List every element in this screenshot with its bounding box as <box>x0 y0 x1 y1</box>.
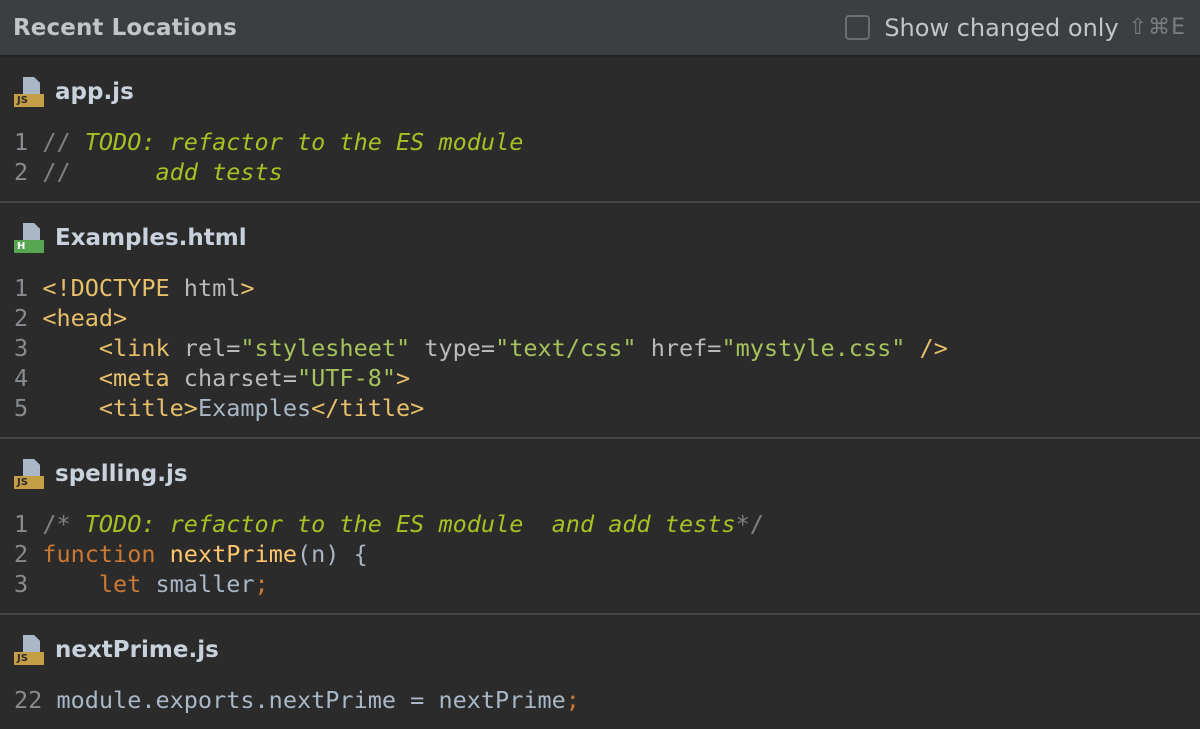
code-token: <meta <box>98 364 184 392</box>
code-token: let <box>98 570 156 598</box>
code-line[interactable]: 3 let smaller; <box>0 569 1200 599</box>
recent-locations-popup: Recent Locations Show changed only ⇧⌘E J… <box>0 0 1200 729</box>
code-line[interactable]: 2 // add tests <box>0 157 1200 187</box>
code-token: // <box>42 128 85 156</box>
code-token: TODO: refactor to the ES module and add … <box>84 510 736 538</box>
code-snippet[interactable]: 1 // TODO: refactor to the ES module 2 //… <box>0 127 1200 201</box>
code-token: /> <box>919 334 948 362</box>
javascript-file-icon: JS <box>14 459 44 489</box>
location-entry[interactable]: JS spelling.js 1 /* TODO: refactor to the … <box>0 439 1200 615</box>
location-entry[interactable]: JS nextPrime.js 22 module.exports.nextPrim… <box>0 615 1200 729</box>
code-token: ; <box>565 686 580 714</box>
javascript-file-icon: JS <box>14 77 44 107</box>
code-token: smaller <box>155 570 255 598</box>
code-token: "stylesheet" <box>240 334 425 362</box>
code-token: "mystyle.css" <box>721 334 920 362</box>
show-changed-only-checkbox[interactable] <box>845 15 871 40</box>
code-token: type= <box>424 334 496 362</box>
code-token: html <box>183 274 241 302</box>
file-name: app.js <box>55 79 134 105</box>
code-snippet[interactable]: 1 /* TODO: refactor to the ES module and… <box>0 509 1200 613</box>
show-changed-only-label[interactable]: Show changed only <box>884 14 1118 42</box>
code-line[interactable]: 4 <meta charset="UTF-8"> <box>0 363 1200 393</box>
code-token: /* <box>42 510 85 538</box>
file-name: spelling.js <box>55 461 188 487</box>
code-token: <title> <box>98 394 198 422</box>
code-line[interactable]: 1 /* TODO: refactor to the ES module and… <box>0 509 1200 539</box>
location-entry[interactable]: JS app.js 1 // TODO: refactor to the ES mo… <box>0 57 1200 203</box>
line-number: 2 <box>14 158 29 186</box>
location-entry[interactable]: H Examples.html 1 <!DOCTYPE html> 2 <head> 3… <box>0 203 1200 439</box>
code-token: <link <box>98 334 184 362</box>
popup-title: Recent Locations <box>13 14 237 41</box>
file-name: nextPrime.js <box>55 637 219 663</box>
code-token: function <box>42 540 170 568</box>
code-token: Examples <box>197 394 312 422</box>
code-token: module.exports.nextPrime = nextPrime <box>56 686 566 714</box>
html-file-icon: H <box>14 223 44 253</box>
popup-header: Recent Locations Show changed only ⇧⌘E <box>0 0 1200 57</box>
code-snippet[interactable]: 22 module.exports.nextPrime = nextPrime; <box>0 685 1200 729</box>
code-token: (n) { <box>297 540 368 568</box>
shortcut-hint: ⇧⌘E <box>1128 15 1186 40</box>
code-token: <!DOCTYPE <box>42 274 184 302</box>
code-token: add tests <box>155 158 283 186</box>
code-token: TODO: refactor to the ES module <box>84 128 524 156</box>
code-line[interactable]: 1 <!DOCTYPE html> <box>0 273 1200 303</box>
code-line[interactable]: 2 <head> <box>0 303 1200 333</box>
code-line[interactable]: 1 // TODO: refactor to the ES module <box>0 127 1200 157</box>
code-token: "UTF-8" <box>296 364 397 392</box>
code-token: > <box>396 364 411 392</box>
line-number: 1 <box>14 128 29 156</box>
code-token: "text/css" <box>495 334 651 362</box>
line-number: 1 <box>14 274 29 302</box>
code-token: href= <box>650 334 722 362</box>
line-number: 3 <box>14 334 29 362</box>
line-number: 2 <box>14 304 29 332</box>
code-line[interactable]: 2 function nextPrime(n) { <box>0 539 1200 569</box>
code-token: ; <box>254 570 269 598</box>
code-token: </title> <box>311 394 425 422</box>
code-snippet[interactable]: 1 <!DOCTYPE html> 2 <head> 3 <link rel="st… <box>0 273 1200 437</box>
code-token: rel= <box>183 334 241 362</box>
javascript-file-icon: JS <box>14 635 44 665</box>
code-line[interactable]: 3 <link rel="stylesheet" type="text/css"… <box>0 333 1200 363</box>
show-changed-only-option[interactable]: Show changed only ⇧⌘E <box>845 14 1186 42</box>
code-token: > <box>240 274 255 302</box>
code-line[interactable]: 22 module.exports.nextPrime = nextPrime; <box>0 685 1200 715</box>
locations-list: JS app.js 1 // TODO: refactor to the ES mo… <box>0 57 1200 729</box>
file-header[interactable]: H Examples.html <box>0 203 1200 273</box>
code-token: charset= <box>183 364 297 392</box>
file-header[interactable]: JS app.js <box>0 57 1200 127</box>
line-number: 1 <box>14 510 29 538</box>
code-token: */ <box>735 510 764 538</box>
line-number: 5 <box>14 394 29 422</box>
file-header[interactable]: JS nextPrime.js <box>0 615 1200 685</box>
file-header[interactable]: JS spelling.js <box>0 439 1200 509</box>
code-line[interactable]: 5 <title>Examples</title> <box>0 393 1200 423</box>
line-number: 2 <box>14 540 29 568</box>
code-token: <head> <box>42 304 128 332</box>
line-number: 22 <box>14 686 43 714</box>
line-number: 4 <box>14 364 29 392</box>
file-name: Examples.html <box>55 225 247 251</box>
code-token: nextPrime <box>169 540 297 568</box>
code-token: // <box>42 158 156 186</box>
line-number: 3 <box>14 570 29 598</box>
